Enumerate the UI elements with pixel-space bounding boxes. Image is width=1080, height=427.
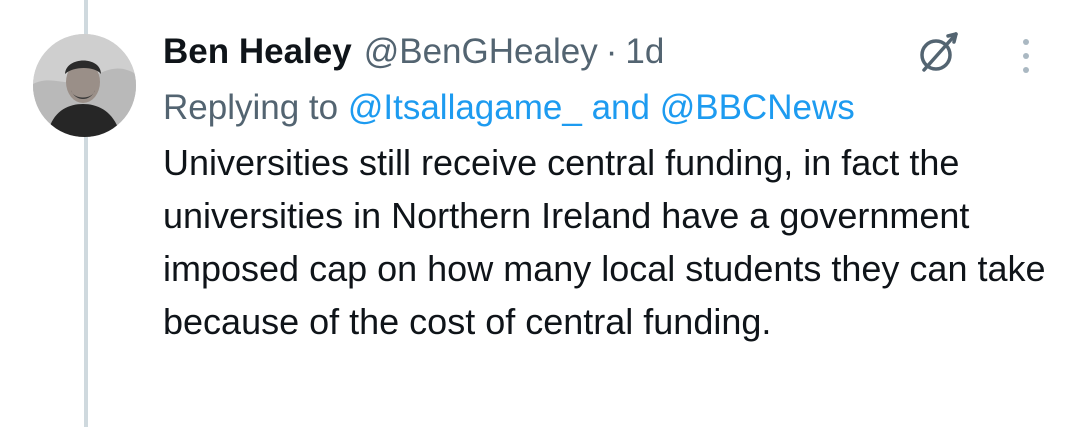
tweet-text: Universities still receive central fundi… [163,142,1046,342]
timestamp[interactable]: 1d [625,24,664,80]
grok-icon-graphic [920,32,958,72]
author-name[interactable]: Ben Healey [163,24,352,80]
author-handle[interactable]: @BenGHealey [364,24,598,80]
more-vertical-icon[interactable] [1012,34,1040,78]
avatar-photo [33,34,136,137]
avatar[interactable] [33,34,136,137]
replying-to: Replying to @Itsallagame_ and @BBCNews [163,80,1053,134]
more-vertical-graphic [1023,39,1029,73]
separator-dot: · [605,32,618,71]
tweet[interactable]: Ben Healey @BenGHealey · 1d Replying to … [0,0,1080,427]
grok-icon[interactable] [914,28,962,76]
reply-joiner[interactable]: and [592,88,650,127]
reply-mention-itsallagame[interactable]: @Itsallagame_ [348,88,582,127]
reply-mention-bbcnews[interactable]: @BBCNews [660,88,855,127]
reply-prefix: Replying to [163,88,339,127]
